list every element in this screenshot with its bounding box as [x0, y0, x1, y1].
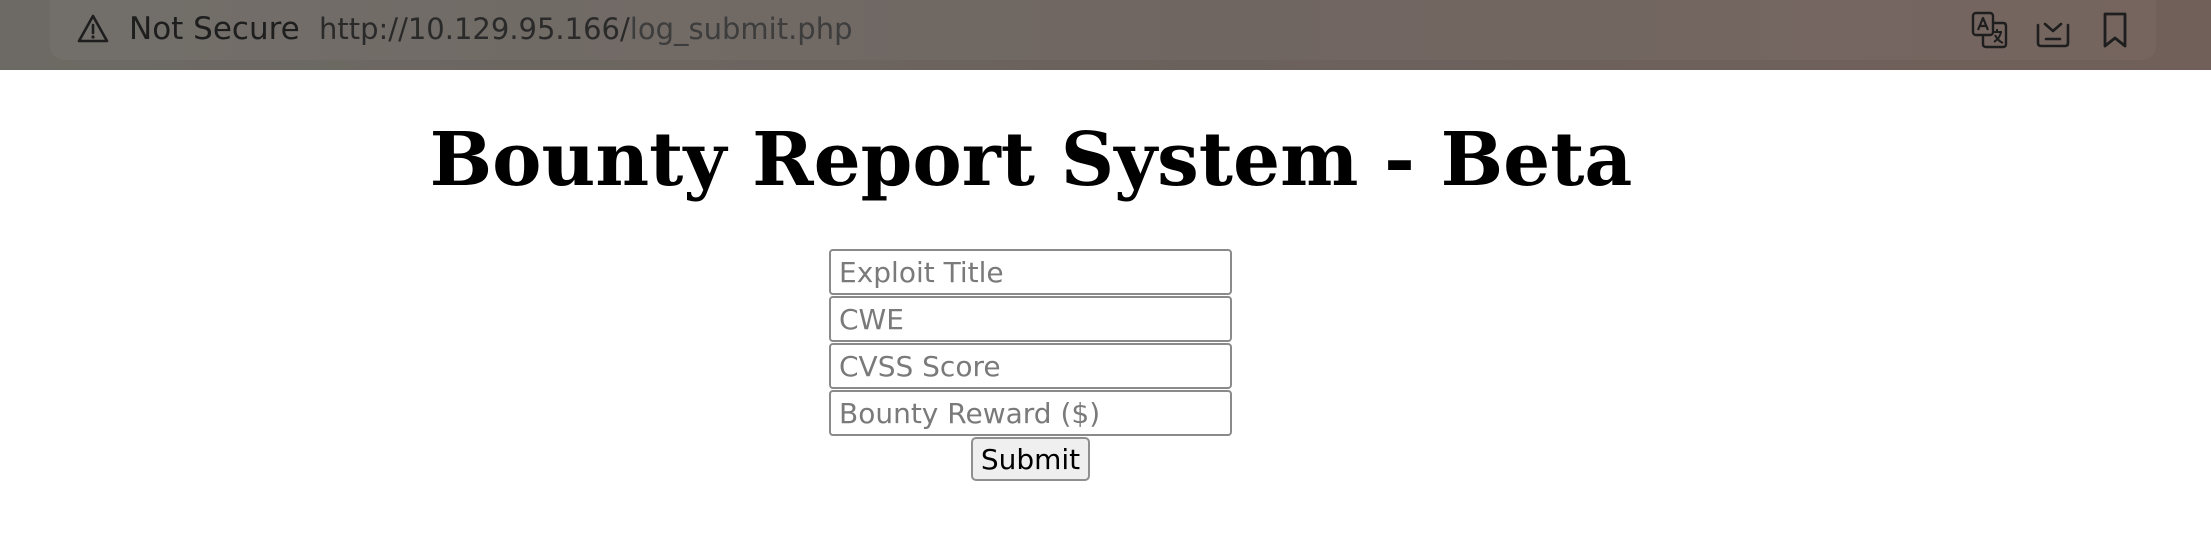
cwe-input[interactable]: [829, 296, 1232, 342]
url-path: log_submit.php: [629, 12, 853, 46]
cvss-score-input[interactable]: [829, 343, 1232, 389]
download-icon[interactable]: [2033, 10, 2073, 50]
browser-toolbar: Not Secure http://10.129.95.166/log_subm…: [0, 0, 2211, 70]
url-text[interactable]: http://10.129.95.166/log_submit.php: [319, 7, 852, 51]
security-status[interactable]: Not Secure: [129, 7, 300, 51]
translate-icon[interactable]: [1970, 10, 2010, 50]
submit-button[interactable]: Submit: [971, 437, 1090, 481]
bookmark-icon[interactable]: [2095, 10, 2135, 50]
exploit-title-input[interactable]: [829, 249, 1232, 295]
page-title: Bounty Report System - Beta: [429, 117, 1633, 203]
bounty-reward-input[interactable]: [829, 390, 1232, 436]
bounty-report-form: [829, 249, 1232, 437]
url-host: http://10.129.95.166/: [319, 12, 630, 46]
warning-icon[interactable]: [76, 12, 110, 46]
